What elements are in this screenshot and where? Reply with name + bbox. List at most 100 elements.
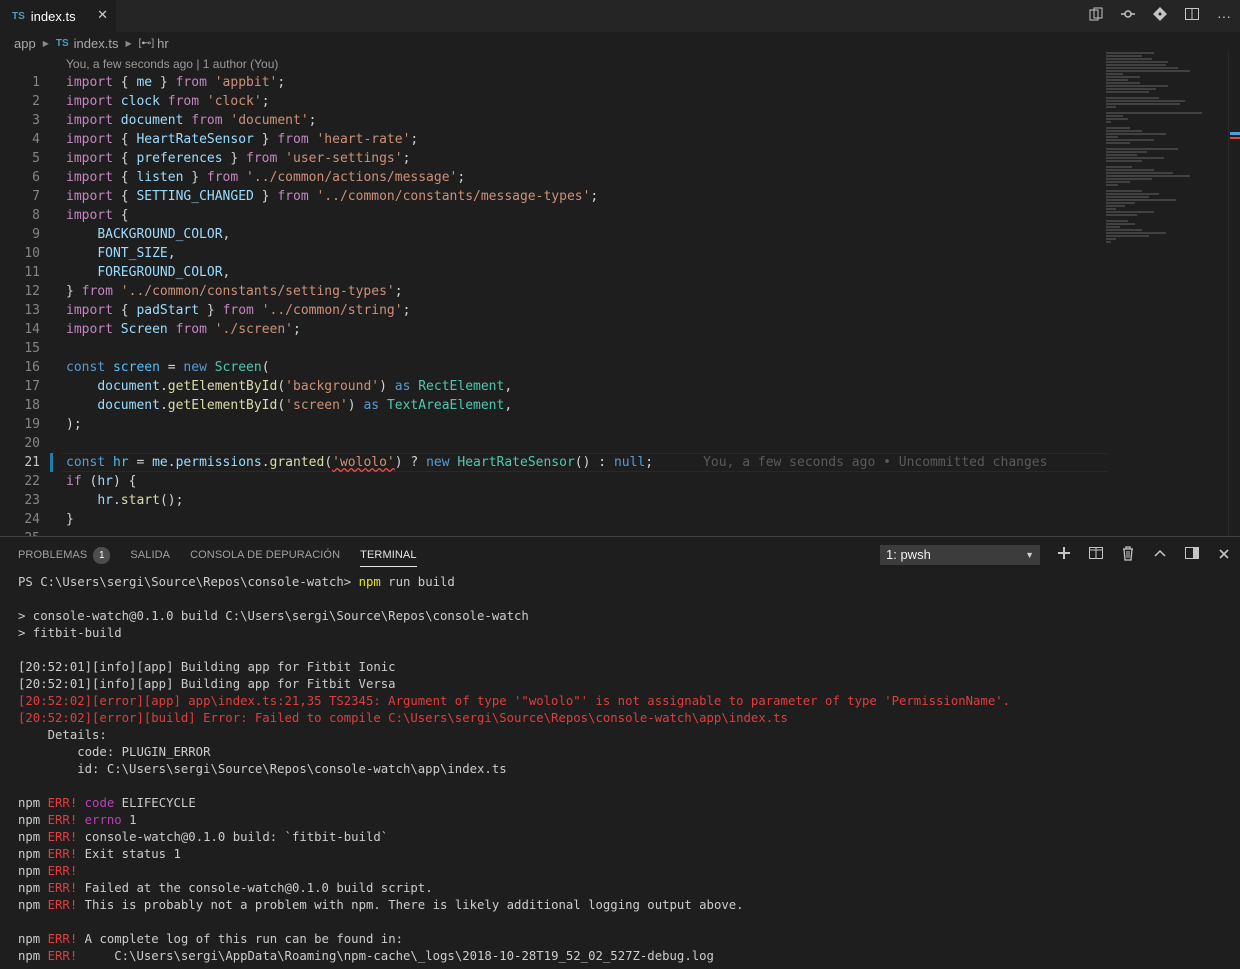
trash-icon[interactable] — [1118, 545, 1138, 565]
tab-output[interactable]: SALIDA — [130, 547, 170, 567]
minimap-line — [1106, 61, 1169, 63]
line-number: 2 — [32, 94, 40, 109]
npm-error-line: npm ERR! — [18, 864, 78, 878]
panel-tabs: PROBLEMAS 1 SALIDA CONSOLA DE DEPURACIÓN … — [18, 547, 437, 567]
minimap-line — [1106, 199, 1176, 201]
code-line: import { me } from 'appbit'; — [66, 75, 286, 90]
minimap-line — [1106, 202, 1135, 204]
terminal-select[interactable]: 1: pwsh ▼ — [880, 545, 1040, 565]
minimap-line — [1106, 55, 1142, 57]
minimap-line — [1106, 154, 1138, 156]
line-number: 3 — [32, 113, 40, 128]
git-history-icon[interactable] — [1118, 6, 1138, 26]
terminal-output[interactable]: PS C:\Users\sergi\Source\Repos\console-w… — [18, 574, 1228, 965]
split-terminal-icon[interactable] — [1086, 545, 1106, 565]
code-line: import document from 'document'; — [66, 113, 317, 128]
breadcrumb-folder[interactable]: app — [14, 36, 36, 51]
minimap-line — [1106, 136, 1118, 138]
open-changes-icon[interactable] — [1086, 6, 1106, 26]
minimap[interactable] — [1106, 52, 1226, 252]
minimap-line — [1106, 70, 1190, 72]
line-number-gutter: 1 2 3 4 5 6 7 8 9 10 11 12 13 14 15 16 17 18 19 20 21 22 23 24 2… — [0, 73, 46, 539]
tab-debug-console[interactable]: CONSOLA DE DEPURACIÓN — [190, 547, 340, 567]
line-number: 11 — [24, 265, 40, 280]
minimap-line — [1106, 88, 1157, 90]
terminal-line: Details: — [18, 728, 107, 742]
terminal-line: [20:52:01][info][app] Building app for F… — [18, 660, 396, 674]
minimap-line — [1106, 52, 1154, 54]
minimap-line — [1106, 190, 1142, 192]
line-number: 12 — [24, 284, 40, 299]
more-actions-icon[interactable]: ··· — [1214, 6, 1234, 26]
minimap-line — [1106, 64, 1166, 66]
line-number: 9 — [32, 227, 40, 242]
scrollbar-cursor-marker — [1230, 132, 1240, 135]
line-number: 6 — [32, 170, 40, 185]
breadcrumb-file[interactable]: index.ts — [74, 36, 119, 51]
npm-error-line: npm ERR! This is probably not a problem … — [18, 898, 744, 912]
minimap-line — [1106, 127, 1130, 129]
minimap-line — [1106, 241, 1111, 243]
code-line: import Screen from './screen'; — [66, 322, 301, 337]
npm-error-line: npm ERR! Exit status 1 — [18, 847, 181, 861]
minimap-line — [1106, 67, 1178, 69]
minimap-line — [1106, 172, 1174, 174]
close-icon[interactable]: ✕ — [97, 7, 108, 23]
codelens-author[interactable]: You, a few seconds ago | 1 author (You) — [66, 57, 278, 71]
line-number: 24 — [24, 512, 40, 527]
tab-problems[interactable]: PROBLEMAS 1 — [18, 547, 111, 567]
npm-error-line: npm ERR! errno 1 — [18, 813, 137, 827]
tab-title: index.ts — [30, 8, 76, 24]
code-line: import { listen } from '../common/action… — [66, 170, 466, 185]
minimap-line — [1106, 115, 1123, 117]
tab-terminal[interactable]: TERMINAL — [360, 547, 417, 567]
minimap-line — [1106, 226, 1121, 228]
code-line: } from '../common/constants/setting-type… — [66, 284, 403, 299]
git-compare-icon[interactable] — [1150, 6, 1170, 26]
minimap-line — [1106, 121, 1111, 123]
new-terminal-icon[interactable] — [1054, 545, 1074, 565]
problems-count-badge: 1 — [93, 547, 111, 564]
minimap-line — [1106, 157, 1164, 159]
minimap-line — [1106, 97, 1159, 99]
line-number: 20 — [24, 436, 40, 451]
npm-error-line: npm ERR! code ELIFECYCLE — [18, 796, 196, 810]
chevron-up-icon[interactable] — [1150, 545, 1170, 565]
typescript-file-icon: TS — [12, 10, 25, 22]
minimap-line — [1106, 82, 1140, 84]
terminal-line: > fitbit-build — [18, 626, 122, 640]
code-line: import { — [66, 208, 129, 223]
minimap-line — [1106, 151, 1147, 153]
code-line: document.getElementById('background') as… — [97, 379, 513, 394]
line-number: 17 — [24, 379, 40, 394]
minimap-line — [1106, 208, 1116, 210]
code-line: import { padStart } from '../common/stri… — [66, 303, 411, 318]
split-editor-icon[interactable] — [1182, 6, 1202, 26]
minimap-line — [1106, 175, 1190, 177]
editor-scrollbar[interactable] — [1228, 52, 1240, 536]
panel-position-icon[interactable] — [1182, 545, 1202, 565]
minimap-line — [1106, 184, 1118, 186]
chevron-down-icon: ▼ — [1025, 550, 1034, 560]
npm-error-line: npm ERR! C:\Users\sergi\AppData\Roaming\… — [18, 949, 714, 963]
terminal-error-line: [20:52:02][error][app] app\index.ts:21,3… — [18, 694, 1011, 708]
git-blame-annotation: You, a few seconds ago • Uncommitted cha… — [703, 455, 1048, 470]
minimap-line — [1106, 112, 1202, 114]
tab-index-ts[interactable]: TS index.ts ✕ — [0, 0, 116, 32]
variable-symbol-icon: [⊷] — [138, 37, 155, 49]
minimap-line — [1106, 139, 1154, 141]
error-squiggle: 'wololo' — [332, 455, 395, 470]
minimap-line — [1106, 211, 1154, 213]
editor-tab-bar: TS index.ts ✕ ··· — [0, 0, 1240, 32]
breadcrumb-symbol[interactable]: hr — [157, 36, 169, 51]
minimap-line — [1106, 160, 1142, 162]
terminal-line: code: PLUGIN_ERROR — [18, 745, 211, 759]
minimap-line — [1106, 148, 1178, 150]
minimap-line — [1106, 238, 1116, 240]
code-line: import { SETTING_CHANGED } from '../comm… — [66, 189, 599, 204]
close-panel-icon[interactable] — [1214, 545, 1234, 565]
line-number: 19 — [24, 417, 40, 432]
code-editor[interactable]: import { me } from 'appbit'; import cloc… — [66, 73, 1108, 529]
line-number: 21 — [24, 455, 40, 470]
